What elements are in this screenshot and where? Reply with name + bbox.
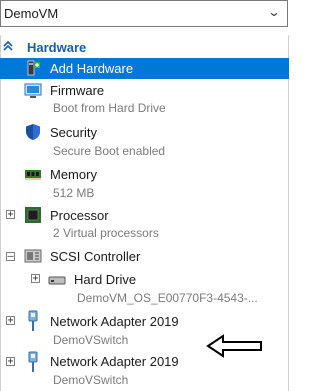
tree-item-detail: Secure Boot enabled	[53, 144, 166, 158]
tree-item-detail: Boot from Hard Drive	[53, 101, 166, 115]
vm-selector-dropdown[interactable]: DemoVM ⌄	[0, 0, 288, 27]
processor-icon	[24, 206, 42, 224]
scsi-controller-icon	[24, 247, 42, 265]
collapse-chevron-icon[interactable]	[3, 40, 17, 54]
tree-item-detail: DemoVSwitch	[53, 333, 129, 347]
tree-item-label: Add Hardware	[50, 61, 134, 76]
hard-drive-icon	[48, 272, 66, 290]
tree-item-detail: 2 Virtual processors	[53, 226, 159, 240]
collapse-minus-icon[interactable]: –	[6, 252, 15, 262]
add-hardware-icon	[24, 59, 42, 77]
expand-plus-icon[interactable]: +	[6, 210, 15, 220]
memory-chip-icon	[24, 166, 42, 184]
expand-plus-icon[interactable]: +	[6, 357, 15, 367]
tree-item-detail: 512 MB	[53, 186, 95, 200]
tree-item-label: Memory	[50, 167, 97, 182]
tree-item-scsi-controller[interactable]: – SCSI Controller	[0, 247, 289, 267]
tree-item-detail: DemoVSwitch	[53, 373, 129, 387]
chevron-down-icon[interactable]: ⌄	[267, 5, 280, 19]
tree-item-memory[interactable]: Memory 512 MB	[0, 164, 289, 204]
hardware-section-header[interactable]: Hardware	[3, 37, 86, 57]
tree-item-add-hardware[interactable]: Add Hardware	[0, 58, 289, 79]
tree-item-label: Hard Drive	[74, 272, 137, 287]
tree-item-firmware[interactable]: Firmware Boot from Hard Drive	[0, 80, 289, 120]
vm-selector-value: DemoVM	[4, 6, 59, 21]
tree-item-detail: DemoVM_OS_E00770F3-4543-...	[77, 291, 258, 305]
tree-item-security[interactable]: Security Secure Boot enabled	[0, 122, 289, 162]
firmware-monitor-icon	[24, 82, 42, 100]
tree-item-label: Processor	[50, 208, 109, 223]
network-adapter-icon	[25, 351, 43, 372]
tree-item-label: Network Adapter 2019	[50, 314, 179, 329]
network-adapter-icon	[25, 310, 43, 331]
expand-plus-icon[interactable]: +	[6, 316, 15, 326]
shield-icon	[24, 123, 42, 141]
tree-item-label: SCSI Controller	[50, 249, 141, 264]
tree-item-label: Security	[50, 125, 97, 140]
tree-item-hard-drive[interactable]: + Hard Drive DemoVM_OS_E00770F3-4543-...	[0, 269, 289, 307]
tree-item-label: Firmware	[50, 83, 105, 98]
expand-plus-icon[interactable]: +	[31, 274, 40, 284]
tree-item-processor[interactable]: + Processor 2 Virtual processors	[0, 205, 289, 245]
tree-item-label: Network Adapter 2019	[50, 354, 179, 369]
hardware-section-title: Hardware	[27, 39, 87, 55]
arrow-left-icon	[206, 334, 262, 358]
